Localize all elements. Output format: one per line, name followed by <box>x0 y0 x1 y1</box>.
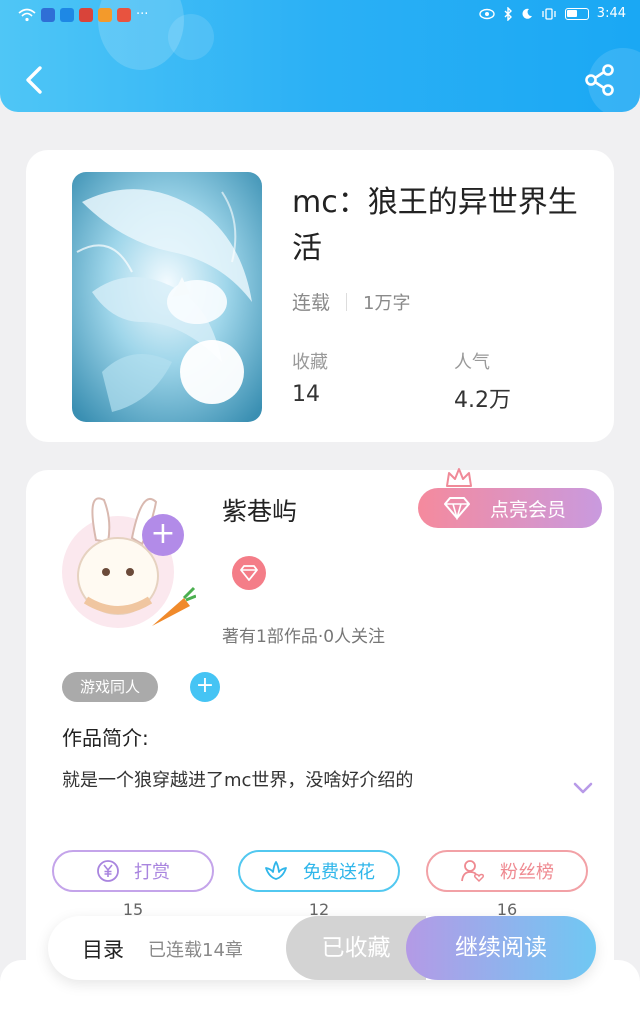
app-notification-icon <box>117 7 131 22</box>
continue-reading-button[interactable]: 继续阅读 <box>406 916 596 980</box>
book-title: mc：狼王的异世界生活 <box>292 185 578 266</box>
yuan-coin-icon <box>97 860 119 882</box>
collected-button[interactable]: 已收藏 <box>286 916 426 980</box>
vip-button-label: 点亮会员 <box>490 498 567 521</box>
chevron-down-icon <box>573 782 593 794</box>
chevron-left-icon <box>26 66 42 94</box>
follow-author-button[interactable]: + <box>142 514 184 556</box>
favorites-value: 14 <box>292 382 320 407</box>
app-notification-icon <box>41 7 55 22</box>
vibrate-icon <box>542 7 556 20</box>
wifi-icon <box>18 8 36 21</box>
share-icon <box>585 64 614 96</box>
fan-ranking-button[interactable]: 粉丝榜 <box>426 850 588 892</box>
battery-icon <box>564 7 589 20</box>
tag-chip[interactable]: 游戏同人 <box>62 672 158 702</box>
diamond-icon <box>240 565 258 581</box>
cover-illustration <box>72 172 262 422</box>
back-button[interactable] <box>18 60 50 100</box>
diamond-icon <box>444 497 470 520</box>
meta-divider <box>346 292 348 311</box>
toc-button[interactable]: 目录 <box>82 934 124 964</box>
flower-icon <box>265 861 287 880</box>
more-notifications: ··· <box>136 7 149 22</box>
free-flower-button[interactable]: 免费送花 <box>238 850 400 892</box>
free-flower-label: 免费送花 <box>303 862 375 883</box>
avatar-illustration <box>62 497 197 628</box>
app-notification-icon <box>79 7 93 22</box>
reward-label: 打赏 <box>134 862 170 883</box>
intro-title: 作品简介: <box>62 726 149 750</box>
status-bar: ··· 3:44 <box>0 0 640 30</box>
serial-status: 连载 <box>292 292 331 314</box>
activate-vip-button[interactable]: 点亮会员 <box>418 488 602 528</box>
status-left-icons: ··· <box>18 7 148 22</box>
author-avatar[interactable] <box>56 480 197 630</box>
favorites-label: 收藏 <box>292 352 328 373</box>
add-tag-button[interactable]: + <box>190 672 220 702</box>
author-stats: 著有1部作品·0人关注 <box>222 627 386 647</box>
chapter-count: 已连载14章 <box>148 940 243 961</box>
crown-icon <box>446 468 472 487</box>
book-info-card: mc：狼王的异世界生活 连载 1万字 收藏 14 人气 4.2万 <box>26 150 614 442</box>
app-notification-icon <box>60 7 74 22</box>
status-right-icons: 3:44 <box>479 6 626 21</box>
share-button[interactable] <box>582 60 618 100</box>
fan-user-heart-icon <box>461 860 485 883</box>
eye-icon <box>479 8 495 19</box>
word-count: 1万字 <box>363 292 411 314</box>
fan-ranking-label: 粉丝榜 <box>500 862 554 883</box>
author-name[interactable]: 紫巷屿 <box>222 492 297 528</box>
book-meta: 连载 1万字 <box>292 288 410 315</box>
intro-text: 就是一个狼穿越进了mc世界，没啥好介绍的 <box>62 770 414 791</box>
popularity-value: 4.2万 <box>454 388 511 413</box>
bottom-action-bar: 目录 已连载14章 已收藏 继续阅读 <box>48 916 596 980</box>
bluetooth-icon <box>504 6 512 21</box>
expand-intro-button[interactable] <box>570 778 596 798</box>
app-notification-icon <box>98 7 112 22</box>
moon-icon <box>522 8 532 19</box>
book-cover-image[interactable] <box>72 172 262 422</box>
status-time: 3:44 <box>596 6 626 21</box>
popularity-label: 人气 <box>454 352 490 373</box>
reward-button[interactable]: 打赏 <box>52 850 214 892</box>
app-header: ··· 3:44 <box>0 0 640 112</box>
vip-badge <box>232 556 266 590</box>
